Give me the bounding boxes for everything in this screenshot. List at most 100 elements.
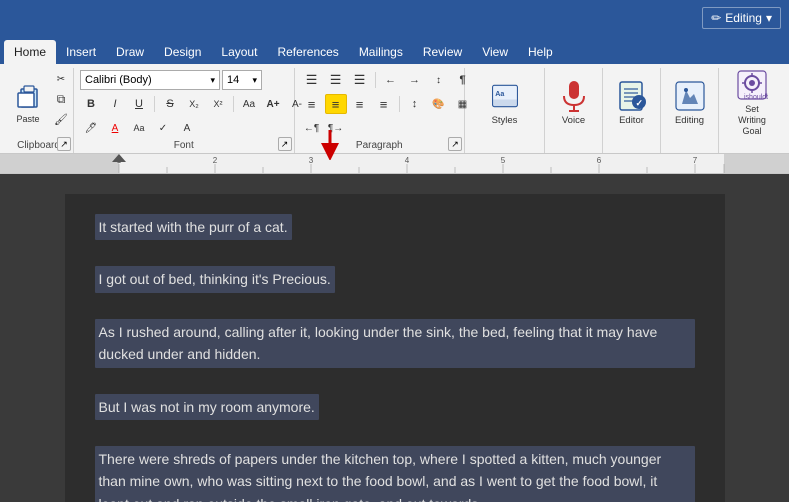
align-left-button[interactable]: ≡ <box>301 94 323 114</box>
clipboard-group: Paste ✂ ⧉ 🖌 Clipboard ↗ <box>4 68 74 153</box>
tab-references[interactable]: References <box>267 40 348 64</box>
clipboard-small-buttons: ✂ ⧉ 🖌 <box>50 70 72 128</box>
tab-mailings[interactable]: Mailings <box>349 40 413 64</box>
tab-view[interactable]: View <box>472 40 518 64</box>
set-writing-goal-button[interactable]: ishouldbwr... Set Writing Goal <box>729 70 775 136</box>
ribbon-tabs: Home Insert Draw Design Layout Reference… <box>0 36 789 64</box>
numbering-button[interactable]: ☰ <box>325 70 347 90</box>
align-center-button[interactable]: ≡ <box>325 94 347 114</box>
editing-group: Editing <box>661 68 719 153</box>
styles-label: Styles <box>492 115 518 126</box>
svg-text:✓: ✓ <box>635 98 643 108</box>
styles-icon: Aa <box>489 80 521 112</box>
font-name-selector[interactable]: Calibri (Body) ▾ <box>80 70 220 90</box>
dictate-button[interactable]: Voice <box>551 70 597 136</box>
cut-button[interactable]: ✂ <box>50 70 72 88</box>
dictate-label: Voice <box>562 115 585 126</box>
highlight-button[interactable]: 🖊 <box>80 118 102 138</box>
sort-button[interactable]: ↕ <box>428 70 450 90</box>
title-bar: ✏ Editing ▾ <box>0 0 789 36</box>
editor-group: ✓ Editor <box>603 68 661 153</box>
tab-insert[interactable]: Insert <box>56 40 106 64</box>
font-size-chevron: ▾ <box>252 75 257 86</box>
tab-review[interactable]: Review <box>413 40 472 64</box>
font-expand-button[interactable]: ↗ <box>278 137 292 151</box>
tab-draw[interactable]: Draw <box>106 40 154 64</box>
paste-icon <box>12 80 44 112</box>
strikethrough-button[interactable]: S <box>159 94 181 114</box>
writing-goal-icon: ishouldbwr... <box>736 69 768 101</box>
format-painter-icon: 🖌 <box>54 113 68 126</box>
paragraph-5: There were shreds of papers under the ki… <box>95 446 695 502</box>
font-extra2-button[interactable]: A <box>176 118 198 138</box>
clear-format-button[interactable]: Aa <box>238 94 260 114</box>
paragraph-4: But I was not in my room anymore. <box>95 394 319 420</box>
ribbon: Paste ✂ ⧉ 🖌 Clipboard ↗ Calibri (Body) <box>0 64 789 154</box>
justify-button[interactable]: ≡ <box>373 94 395 114</box>
bold-button[interactable]: B <box>80 94 102 114</box>
svg-text:2: 2 <box>213 156 218 165</box>
svg-text:3: 3 <box>309 156 314 165</box>
subscript-button[interactable]: X₂ <box>183 94 205 114</box>
font-group: Calibri (Body) ▾ 14 ▾ B I U S X₂ X² Aa A… <box>74 68 295 153</box>
paragraph-group-label: Paragraph <box>356 140 403 151</box>
document-area: It started with the purr of a cat. I got… <box>0 174 789 502</box>
document-page: It started with the purr of a cat. I got… <box>65 194 725 502</box>
editing-label: Editing <box>725 11 762 25</box>
bullets-button[interactable]: ☰ <box>301 70 323 90</box>
multilevel-list-button[interactable]: ☰ <box>349 70 371 90</box>
arrow-indicator <box>318 130 342 163</box>
change-case-button[interactable]: Aa <box>128 118 150 138</box>
tab-design[interactable]: Design <box>154 40 211 64</box>
format-painter-button[interactable]: 🖌 <box>50 110 72 128</box>
copy-icon: ⧉ <box>57 92 66 107</box>
pencil-icon: ✏ <box>711 11 721 25</box>
decrease-indent-button[interactable]: ← <box>380 70 402 90</box>
svg-text:5: 5 <box>501 156 506 165</box>
tab-home[interactable]: Home <box>4 40 56 64</box>
editing-button[interactable]: Editing <box>667 70 713 136</box>
svg-text:Aa: Aa <box>495 90 504 98</box>
writing-goal-label: Set Writing Goal <box>731 104 773 136</box>
editing-group-label: Editing <box>675 115 704 126</box>
font-name-chevron: ▾ <box>210 75 215 86</box>
font-extra1-button[interactable]: ✓ <box>152 118 174 138</box>
clipboard-expand-button[interactable]: ↗ <box>57 137 71 151</box>
paragraph-2: I got out of bed, thinking it's Precious… <box>95 266 335 292</box>
line-spacing-button[interactable]: ↕ <box>404 94 426 114</box>
italic-button[interactable]: I <box>104 94 126 114</box>
clipboard-group-label: Clipboard <box>17 140 60 151</box>
tab-layout[interactable]: Layout <box>211 40 267 64</box>
paragraph-expand-button[interactable]: ↗ <box>448 137 462 151</box>
svg-text:7: 7 <box>693 156 698 165</box>
underline-button[interactable]: U <box>128 94 150 114</box>
paste-button[interactable]: Paste <box>8 70 48 134</box>
tab-help[interactable]: Help <box>518 40 563 64</box>
svg-text:4: 4 <box>405 156 410 165</box>
editing-mode-button[interactable]: ✏ Editing ▾ <box>702 7 781 29</box>
editor-icon: ✓ <box>616 80 648 112</box>
ruler: 1 2 3 4 5 6 7 <box>0 154 789 174</box>
font-size-up-button[interactable]: A+ <box>262 94 284 114</box>
styles-button[interactable]: Aa Styles <box>482 70 528 136</box>
superscript-button[interactable]: X² <box>207 94 229 114</box>
text-color-button[interactable]: A <box>104 118 126 138</box>
microphone-icon <box>558 80 590 112</box>
styles-group: Aa Styles <box>465 68 545 153</box>
increase-indent-button[interactable]: → <box>404 70 426 90</box>
editor-button[interactable]: ✓ Editor <box>609 70 655 136</box>
cut-icon: ✂ <box>57 74 65 85</box>
writing-goal-group: ishouldbwr... Set Writing Goal <box>719 68 785 153</box>
font-name-value: Calibri (Body) <box>85 74 152 86</box>
align-right-button[interactable]: ≡ <box>349 94 371 114</box>
font-size-selector[interactable]: 14 ▾ <box>222 70 262 90</box>
editor-label: Editor <box>619 115 644 126</box>
copy-button[interactable]: ⧉ <box>50 90 72 108</box>
voice-group: Voice <box>545 68 603 153</box>
paragraph-3: As I rushed around, calling after it, lo… <box>95 319 695 368</box>
shading-button[interactable]: 🎨 <box>428 94 450 114</box>
paragraph-1: It started with the purr of a cat. <box>95 214 292 240</box>
editing-icon <box>674 80 706 112</box>
font-group-label: Font <box>174 140 194 151</box>
font-size-value: 14 <box>227 74 239 86</box>
